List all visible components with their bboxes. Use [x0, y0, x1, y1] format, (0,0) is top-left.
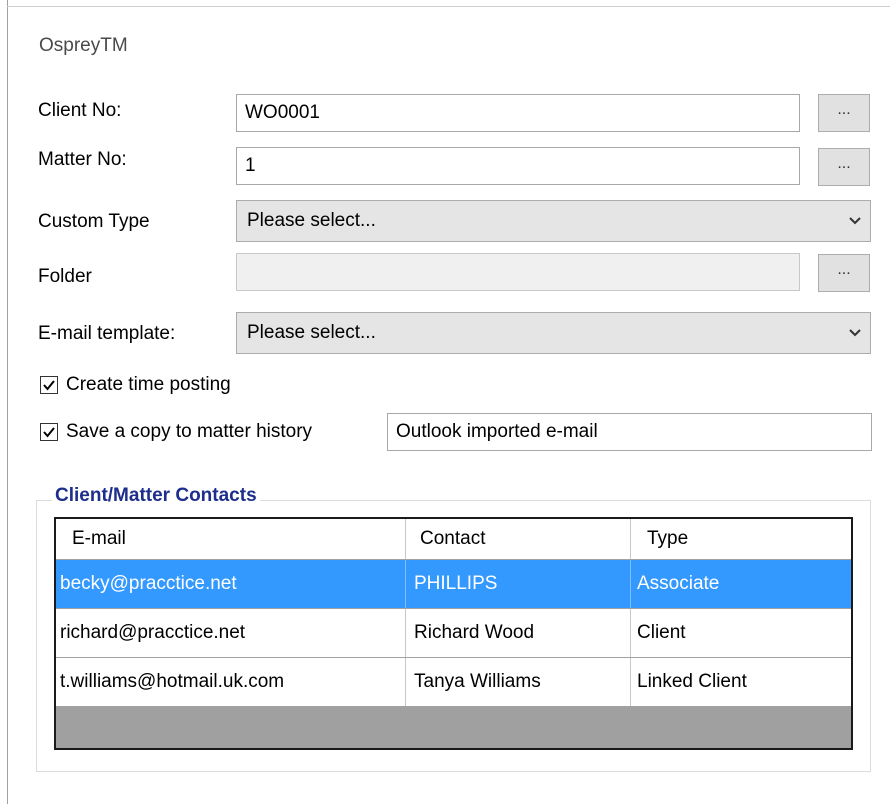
email-cell: richard@pracctice.net — [56, 609, 406, 657]
save-copy-checkbox[interactable]: Save a copy to matter history — [40, 420, 312, 444]
email-cell: t.williams@hotmail.uk.com — [56, 658, 406, 706]
matter-no-label: Matter No: — [38, 149, 127, 170]
check-icon — [40, 423, 58, 441]
column-header-type[interactable]: Type — [631, 519, 851, 559]
matter-no-field[interactable]: 1 — [236, 147, 800, 185]
contact-cell: Richard Wood — [406, 609, 631, 657]
table-row[interactable]: richard@pracctice.net Richard Wood Clien… — [56, 609, 851, 658]
chevron-down-icon — [848, 201, 862, 257]
custom-type-select[interactable]: Please select... — [236, 200, 871, 242]
folder-field — [236, 253, 800, 291]
table-row[interactable]: becky@pracctice.net PHILLIPS Associate — [56, 560, 851, 609]
save-copy-label: Save a copy to matter history — [66, 421, 313, 442]
chevron-down-icon — [848, 313, 862, 369]
contacts-grid[interactable]: E-mail Contact Type becky@pracctice.net … — [54, 517, 853, 750]
panel-border — [7, 0, 8, 804]
type-cell: Client — [637, 622, 686, 643]
email-template-label: E-mail template: — [38, 323, 176, 344]
column-header-contact[interactable]: Contact — [406, 519, 631, 559]
client-no-field[interactable]: WO0001 — [236, 94, 800, 132]
folder-label: Folder — [38, 266, 92, 287]
column-header-email[interactable]: E-mail — [56, 519, 406, 559]
type-cell: Associate — [637, 573, 720, 594]
client-no-label: Client No: — [38, 100, 122, 121]
contacts-group-title: Client/Matter Contacts — [52, 485, 260, 507]
type-cell: Linked Client — [637, 671, 747, 692]
create-time-posting-label: Create time posting — [66, 374, 231, 395]
create-time-posting-checkbox[interactable]: Create time posting — [40, 373, 231, 397]
custom-type-value: Please select... — [247, 210, 376, 231]
app-title: OspreyTM — [39, 35, 128, 56]
email-cell: becky@pracctice.net — [56, 560, 406, 608]
matter-no-browse-button[interactable]: ... — [818, 148, 870, 186]
contact-cell: PHILLIPS — [406, 560, 631, 608]
client-no-browse-button[interactable]: ... — [818, 94, 870, 132]
history-description-field[interactable]: Outlook imported e-mail — [387, 413, 872, 451]
grid-header: E-mail Contact Type — [56, 519, 851, 560]
table-row[interactable]: t.williams@hotmail.uk.com Tanya Williams… — [56, 658, 851, 707]
panel-border-top — [7, 6, 890, 7]
contact-cell: Tanya Williams — [406, 658, 631, 706]
check-icon — [40, 376, 58, 394]
email-template-select[interactable]: Please select... — [236, 312, 871, 354]
custom-type-label: Custom Type — [38, 211, 150, 232]
email-template-value: Please select... — [247, 322, 376, 343]
folder-browse-button[interactable]: ... — [818, 254, 870, 292]
